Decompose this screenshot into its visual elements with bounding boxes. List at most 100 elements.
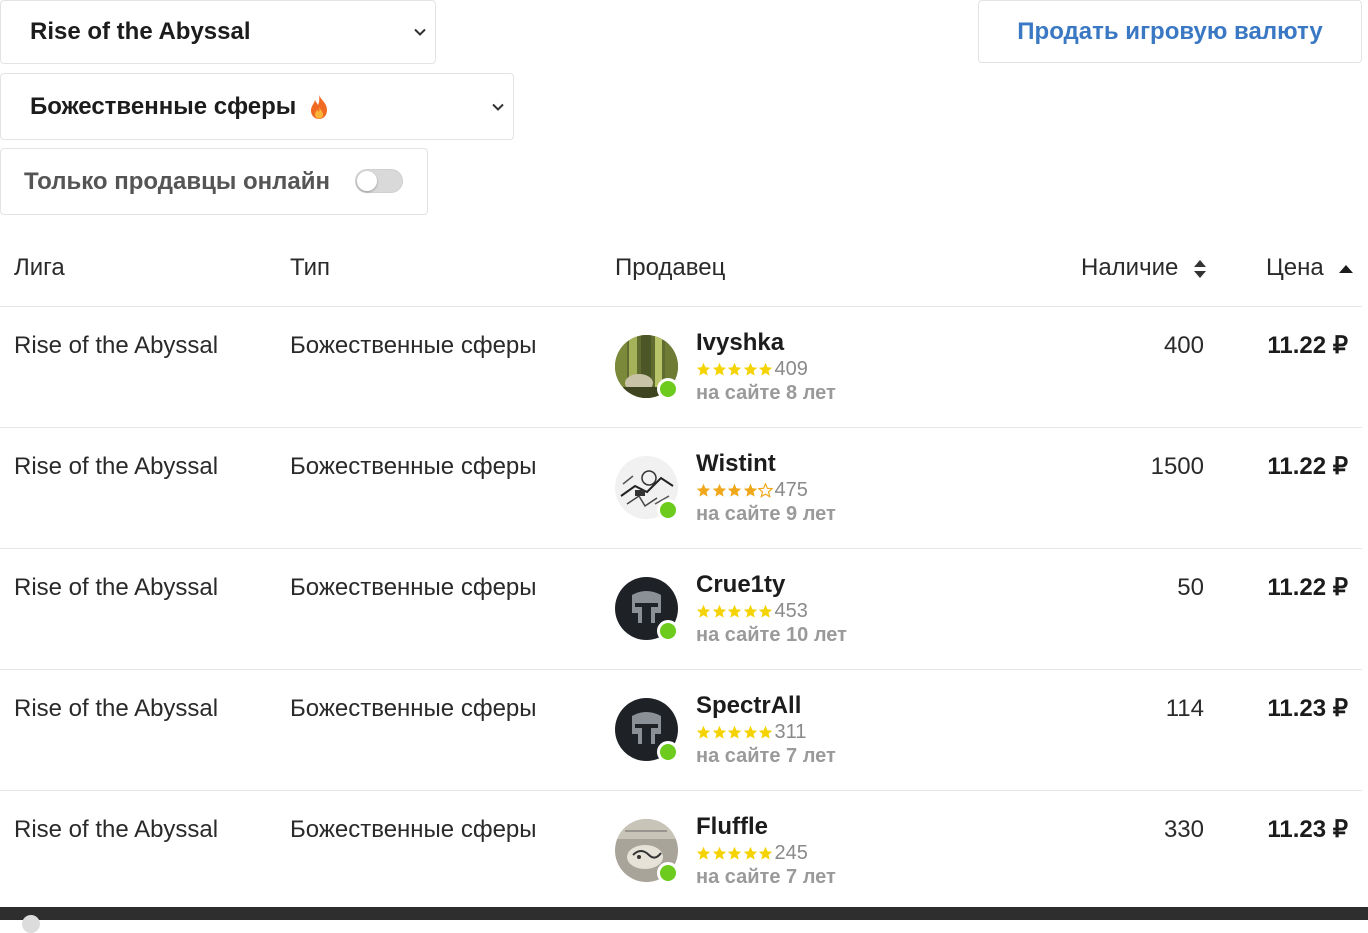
seller-rating: 245 [696, 842, 808, 864]
online-status-dot [657, 620, 679, 642]
fire-icon [311, 94, 328, 119]
seller-rating: 409 [696, 358, 808, 380]
star-filled-icon [712, 846, 726, 860]
review-count: 475 [774, 479, 808, 501]
star-filled-icon [727, 846, 742, 860]
row-type: Божественные сферы [290, 695, 537, 722]
column-header-stock-label: Наличие [1081, 254, 1179, 281]
seller-name[interactable]: SpectrAll [696, 692, 801, 720]
chevron-down-icon [492, 103, 504, 111]
chevron-down-icon [414, 28, 426, 36]
row-price[interactable]: 11.22 ₽ [1267, 332, 1348, 360]
column-header-league: Лига [14, 254, 65, 281]
review-count: 245 [774, 842, 808, 864]
row-league: Rise of the Abyssal [14, 574, 219, 601]
star-filled-icon [727, 604, 742, 618]
bottom-bar [0, 907, 1368, 933]
online-status-dot [657, 499, 679, 521]
star-filled-icon [696, 604, 711, 618]
table-row[interactable]: Rise of the Abyssal Божественные сферы W… [0, 428, 1362, 549]
online-status-dot [657, 378, 679, 400]
star-rating [696, 725, 774, 740]
row-type: Божественные сферы [290, 816, 537, 843]
row-price[interactable]: 11.23 ₽ [1267, 695, 1348, 723]
star-filled-icon [758, 725, 773, 739]
online-only-filter: Только продавцы онлайн [0, 148, 428, 215]
table-row[interactable]: Rise of the Abyssal Божественные сферы S… [0, 670, 1362, 791]
star-filled-icon [712, 483, 726, 497]
online-only-label: Только продавцы онлайн [24, 167, 330, 195]
table-row[interactable]: Rise of the Abyssal Божественные сферы I… [0, 307, 1362, 428]
star-rating [696, 482, 774, 498]
star-filled-icon [743, 846, 757, 860]
seller-tenure: на сайте 8 лет [696, 382, 836, 404]
star-filled-icon [727, 362, 742, 376]
row-league: Rise of the Abyssal [14, 816, 219, 843]
seller-rating: 311 [696, 721, 806, 743]
row-stock: 114 [1165, 695, 1204, 722]
star-filled-icon [712, 362, 726, 376]
star-filled-icon [743, 362, 757, 376]
star-filled-icon [696, 362, 711, 376]
star-filled-icon [758, 362, 773, 376]
star-filled-icon [743, 725, 757, 739]
sell-currency-label: Продать игровую валюту [1017, 17, 1323, 45]
star-filled-icon [696, 725, 711, 739]
online-status-dot [657, 741, 679, 763]
review-count: 453 [774, 600, 808, 622]
star-empty-icon [758, 482, 773, 498]
table-row[interactable]: Rise of the Abyssal Божественные сферы C… [0, 549, 1362, 670]
league-select[interactable]: Rise of the Abyssal [0, 0, 436, 64]
row-league: Rise of the Abyssal [14, 453, 219, 480]
column-header-price-label: Цена [1266, 254, 1324, 281]
online-status-dot [657, 862, 679, 884]
column-header-seller: Продавец [615, 254, 726, 281]
sort-asc-icon [1339, 264, 1354, 273]
row-type: Божественные сферы [290, 453, 537, 480]
type-select-value: Божественные сферы [30, 92, 297, 120]
row-price[interactable]: 11.22 ₽ [1267, 453, 1348, 481]
star-filled-icon [758, 604, 773, 618]
row-price[interactable]: 11.23 ₽ [1267, 816, 1348, 844]
seller-tenure: на сайте 10 лет [696, 624, 847, 646]
toggle-knob [357, 171, 377, 191]
row-stock: 400 [1163, 332, 1204, 359]
star-filled-icon [696, 846, 711, 860]
type-select[interactable]: Божественные сферы [0, 73, 514, 140]
sell-currency-button[interactable]: Продать игровую валюту [978, 0, 1362, 63]
star-filled-icon [696, 483, 711, 497]
star-filled-icon [712, 604, 726, 618]
star-rating [696, 362, 774, 377]
seller-rating: 453 [696, 600, 808, 622]
column-header-price[interactable]: Цена [1266, 254, 1354, 282]
row-league: Rise of the Abyssal [14, 332, 219, 359]
row-stock: 50 [1177, 574, 1204, 601]
sort-both-icon [1194, 259, 1207, 278]
seller-tenure: на сайте 7 лет [696, 745, 836, 767]
star-rating [696, 846, 774, 861]
star-filled-icon [743, 604, 757, 618]
row-type: Божественные сферы [290, 574, 537, 601]
bottom-bar-icon [22, 915, 40, 933]
row-price[interactable]: 11.22 ₽ [1267, 574, 1348, 602]
star-filled-icon [727, 483, 742, 497]
star-filled-icon [727, 725, 742, 739]
star-filled-icon [712, 725, 726, 739]
seller-tenure: на сайте 7 лет [696, 866, 836, 888]
star-filled-icon [758, 846, 773, 860]
league-select-value: Rise of the Abyssal [30, 18, 251, 45]
row-type: Божественные сферы [290, 332, 537, 359]
row-stock: 1500 [1150, 453, 1204, 480]
online-only-toggle[interactable] [355, 169, 403, 193]
seller-tenure: на сайте 9 лет [696, 503, 836, 525]
seller-name[interactable]: Wistint [696, 450, 776, 478]
review-count: 409 [774, 358, 808, 380]
seller-name[interactable]: Fluffle [696, 813, 768, 841]
seller-rating: 475 [696, 479, 808, 501]
seller-name[interactable]: Crue1ty [696, 571, 785, 599]
seller-name[interactable]: Ivyshka [696, 329, 784, 357]
row-stock: 330 [1163, 816, 1204, 843]
row-league: Rise of the Abyssal [14, 695, 219, 722]
table-row[interactable]: Rise of the Abyssal Божественные сферы F… [0, 791, 1362, 912]
column-header-stock[interactable]: Наличие [1081, 254, 1207, 282]
